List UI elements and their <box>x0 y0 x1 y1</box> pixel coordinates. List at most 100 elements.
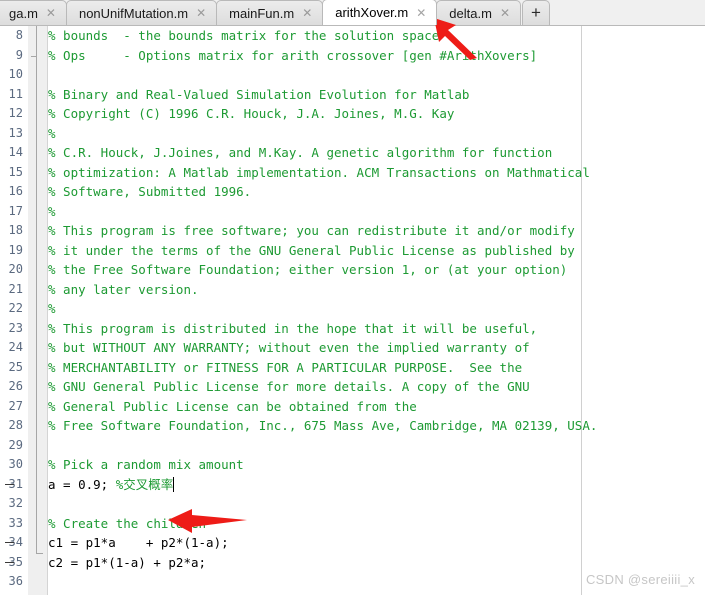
editor-tab-ga-m[interactable]: ga.m ✕ <box>0 0 67 25</box>
comment-text: % any later version. <box>48 281 199 297</box>
close-icon[interactable]: ✕ <box>415 7 427 19</box>
code-fold-bracket[interactable] <box>31 26 43 554</box>
code-line[interactable]: % General Public License can be obtained… <box>48 397 705 417</box>
code-line[interactable]: % optimization: A Matlab implementation.… <box>48 163 705 183</box>
code-line[interactable]: % Create the children <box>48 514 705 534</box>
code-line[interactable] <box>48 65 705 85</box>
code-line[interactable]: % This program is distributed in the hop… <box>48 319 705 339</box>
line-number: 22 <box>8 301 23 315</box>
code-editor[interactable]: 8 9 10 11 12 13 14 15 16 17 18 19 20 21 22 23 24 25 26 27 28… <box>0 26 705 595</box>
line-number: 13 <box>8 125 23 140</box>
code-line[interactable]: % <box>48 124 705 144</box>
code-line[interactable]: c2 = p1*(1-a) + p2*a; <box>48 553 705 573</box>
comment-text: % the Free Software Foundation; either v… <box>48 262 568 277</box>
code-fold-tick[interactable] <box>31 55 37 57</box>
editor-tab-arithXover-m[interactable]: arithXover.m ✕ <box>322 0 438 25</box>
comment-text: % <box>48 203 56 219</box>
tab-bar-filler <box>550 0 705 25</box>
line-number: 10 <box>8 67 23 81</box>
code-line[interactable]: % but WITHOUT ANY WARRANTY; without even… <box>48 338 705 358</box>
code-line[interactable]: % Free Software Foundation, Inc., 675 Ma… <box>48 416 705 436</box>
tab-label: nonUnifMutation.m <box>78 5 189 21</box>
tab-label: mainFun.m <box>229 5 295 21</box>
close-icon[interactable]: ✕ <box>499 7 511 19</box>
executable-line-marker[interactable] <box>5 483 14 485</box>
code-line[interactable] <box>48 436 705 456</box>
code-line[interactable]: % it under the terms of the GNU General … <box>48 241 705 261</box>
comment-text: % Software, Submitted 1996. <box>48 184 252 199</box>
code-line[interactable]: % MERCHANTABILITY or FITNESS FOR A PARTI… <box>48 358 705 378</box>
code-line[interactable]: % Pick a random mix amount <box>48 455 705 475</box>
line-number: 36 <box>8 574 23 588</box>
executable-line-marker[interactable] <box>5 542 14 543</box>
editor-tab-delta-m[interactable]: delta.m ✕ <box>436 0 521 25</box>
line-number: 20 <box>8 262 23 276</box>
comment-text: % GNU General Public License for more de… <box>48 379 530 394</box>
code-line[interactable]: c1 = p1*a + p2*(1-a); <box>48 533 705 553</box>
line-number: 19 <box>8 242 23 257</box>
comment-text: % Create the children <box>48 515 207 531</box>
comment-text: % Free Software Foundation, Inc., 675 Ma… <box>48 418 598 433</box>
code-line[interactable]: % Binary and Real-Valued Simulation Evol… <box>48 85 705 105</box>
code-line[interactable]: % bounds - the bounds matrix for the sol… <box>48 26 705 46</box>
comment-text: % Binary and Real-Valued Simulation Evol… <box>48 86 470 102</box>
comment-text: % Pick a random mix amount <box>48 457 244 472</box>
code-line[interactable]: % any later version. <box>48 280 705 300</box>
line-number: 21 <box>8 281 23 296</box>
code-line[interactable] <box>48 494 705 514</box>
comment-text: % This program is free software; you can… <box>48 223 575 238</box>
code-text: a = 0.9; <box>48 476 116 492</box>
code-line[interactable]: % Copyright (C) 1996 C.R. Houck, J.A. Jo… <box>48 104 705 124</box>
close-icon[interactable]: ✕ <box>45 7 57 19</box>
line-number-gutter: 8 9 10 11 12 13 14 15 16 17 18 19 20 21 22 23 24 25 26 27 28… <box>0 26 28 595</box>
line-number: 24 <box>8 340 23 354</box>
matlab-editor-window: ga.m ✕ nonUnifMutation.m ✕ mainFun.m ✕ arithXo… <box>0 0 705 595</box>
comment-text: % This program is distributed in the hop… <box>48 320 538 336</box>
editor-tab-bar: ga.m ✕ nonUnifMutation.m ✕ mainFun.m ✕ arithXo… <box>0 0 705 26</box>
line-number: 23 <box>8 320 23 335</box>
line-number: 28 <box>8 418 23 432</box>
line-number: 30 <box>8 457 23 471</box>
close-icon[interactable]: ✕ <box>301 7 313 19</box>
line-number: 26 <box>8 379 23 393</box>
code-line[interactable]: % This program is free software; you can… <box>48 221 705 241</box>
code-line[interactable]: % C.R. Houck, J.Joines, and M.Kay. A gen… <box>48 143 705 163</box>
code-line[interactable]: % Ops - Options matrix for arith crossov… <box>48 46 705 66</box>
tab-label: delta.m <box>449 5 492 21</box>
line-number: 29 <box>8 437 23 452</box>
tab-label: arithXover.m <box>335 5 409 20</box>
code-line[interactable]: a = 0.9; %交叉概率 <box>48 475 705 495</box>
tab-label: ga.m <box>9 5 38 21</box>
code-text-area[interactable]: % bounds - the bounds matrix for the sol… <box>48 26 705 595</box>
close-icon[interactable]: ✕ <box>195 7 207 19</box>
comment-text: % it under the terms of the GNU General … <box>48 242 575 258</box>
code-fold-gutter[interactable] <box>28 26 48 595</box>
comment-text: % bounds - the bounds matrix for the sol… <box>48 28 440 43</box>
comment-text: % <box>48 125 56 141</box>
csdn-watermark: CSDN @sereiiii_x <box>585 572 695 587</box>
editor-tab-nonUnifMutation-m[interactable]: nonUnifMutation.m ✕ <box>65 0 218 25</box>
code-line[interactable]: % GNU General Public License for more de… <box>48 377 705 397</box>
line-number: 17 <box>8 203 23 218</box>
comment-text: % C.R. Houck, J.Joines, and M.Kay. A gen… <box>48 145 553 160</box>
line-number: 25 <box>8 359 23 374</box>
comment-text: % optimization: A Matlab implementation.… <box>48 164 590 180</box>
code-text: c2 = p1*(1-a) + p2*a; <box>48 554 207 570</box>
code-line[interactable]: % Software, Submitted 1996. <box>48 182 705 202</box>
line-number: 16 <box>8 184 23 198</box>
editor-tab-mainFun-m[interactable]: mainFun.m ✕ <box>216 0 324 25</box>
code-line[interactable]: % the Free Software Foundation; either v… <box>48 260 705 280</box>
line-number: 8 <box>15 28 23 42</box>
code-line[interactable]: % <box>48 299 705 319</box>
line-number: 11 <box>8 86 23 101</box>
executable-line-marker[interactable] <box>5 561 14 563</box>
line-number: 32 <box>8 496 23 510</box>
text-cursor <box>173 476 175 492</box>
line-number: 33 <box>8 515 23 530</box>
new-tab-button[interactable]: + <box>522 0 550 25</box>
line-number: 27 <box>8 398 23 413</box>
line-number: 9 <box>15 47 23 62</box>
comment-text: %交叉概率 <box>115 476 174 492</box>
code-line[interactable]: % <box>48 202 705 222</box>
comment-text: % Ops - Options matrix for arith crossov… <box>48 47 538 63</box>
